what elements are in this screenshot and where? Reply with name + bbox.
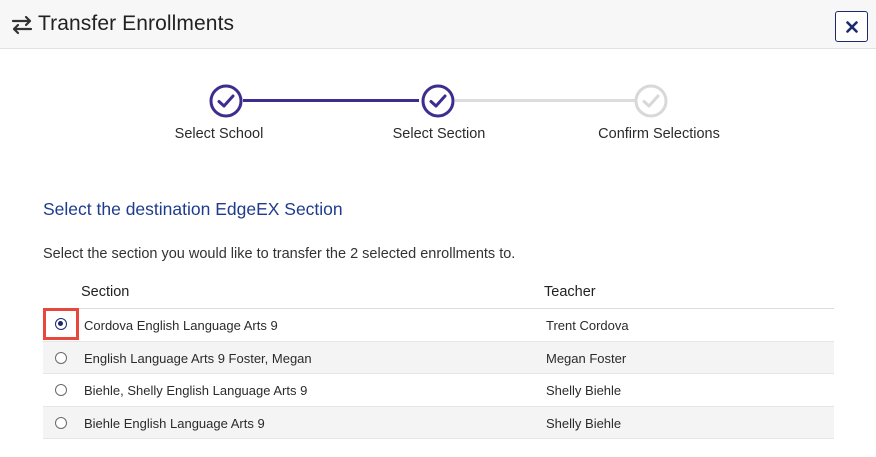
row-radio-cell: [43, 407, 79, 439]
section-name-cell: Cordova English Language Arts 9: [84, 318, 278, 333]
step-3-check-icon: [634, 84, 668, 118]
sections-table: Section Teacher Cordova English Language…: [43, 281, 834, 439]
section-heading: Select the destination EdgeEX Section: [43, 199, 343, 219]
row-radio-cell: [43, 374, 79, 406]
section-name-cell: Biehle, Shelly English Language Arts 9: [84, 383, 308, 398]
table-row[interactable]: English Language Arts 9 Foster, Megan Me…: [43, 341, 834, 374]
row-radio-cell: [43, 308, 79, 340]
section-radio-button[interactable]: [55, 416, 67, 429]
close-button[interactable]: [835, 11, 868, 42]
teacher-name-cell: Trent Cordova: [546, 318, 629, 333]
teacher-name-cell: Megan Foster: [546, 350, 627, 366]
instruction-text: Select the section you would like to tra…: [43, 246, 516, 262]
step-1-check-icon: [209, 84, 243, 118]
table-header: Section Teacher: [43, 281, 834, 309]
section-radio-button[interactable]: [55, 384, 67, 396]
modal-title: Transfer Enrollments: [38, 12, 235, 35]
teacher-name-cell: Shelly Biehle: [546, 383, 622, 398]
section-name-cell: English Language Arts 9 Foster, Megan: [84, 350, 312, 366]
teacher-name-cell: Shelly Biehle: [546, 415, 622, 431]
table-row[interactable]: Biehle English Language Arts 9 Shelly Bi…: [43, 406, 834, 439]
section-radio-button[interactable]: [55, 318, 67, 330]
step-2-check-icon: [421, 84, 455, 118]
section-radio-button[interactable]: [55, 351, 67, 364]
step-label-select-section: Select Section: [392, 126, 486, 142]
transfer-arrows-icon: [11, 15, 33, 35]
step-connector-complete: [243, 99, 419, 102]
step-label-confirm-selections: Confirm Selections: [598, 126, 720, 142]
table-row[interactable]: Cordova English Language Arts 9 Trent Co…: [43, 308, 834, 342]
step-label-select-school: Select School: [174, 126, 264, 142]
modal-header: Transfer Enrollments: [0, 0, 876, 49]
section-name-cell: Biehle English Language Arts 9: [84, 415, 265, 431]
column-header-teacher: Teacher: [544, 284, 596, 300]
progress-stepper: Select School Select Section Confirm Sel…: [0, 80, 876, 150]
row-radio-cell: [43, 342, 79, 374]
column-header-section: Section: [81, 284, 130, 300]
step-connector-pending: [455, 99, 635, 102]
table-row[interactable]: Biehle, Shelly English Language Arts 9 S…: [43, 374, 834, 407]
close-icon: [845, 20, 858, 33]
